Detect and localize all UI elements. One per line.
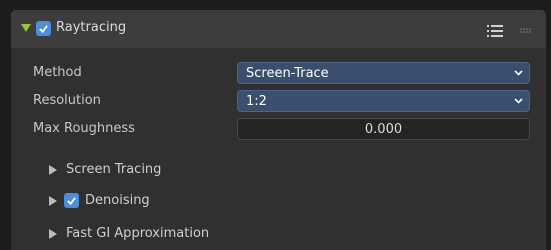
drag-grip-icon[interactable] [520,28,532,34]
raytracing-enable-checkbox[interactable] [36,21,51,36]
resolution-label: Resolution [33,93,101,108]
method-dropdown[interactable]: Screen-Trace [237,62,530,84]
method-value: Screen-Trace [246,66,329,81]
resolution-dropdown[interactable]: 1:2 [237,90,530,112]
denoising-label: Denoising [85,193,150,208]
max-roughness-label: Max Roughness [33,121,135,136]
checkmark-icon [39,25,48,34]
method-label: Method [33,65,82,80]
resolution-value: 1:2 [246,94,267,109]
triangle-right-icon[interactable] [49,196,57,206]
raytracing-panel-header[interactable]: Raytracing [11,10,546,48]
chevron-down-icon [514,70,523,76]
screen-tracing-label: Screen Tracing [66,162,162,177]
max-roughness-value: 0.000 [364,122,403,137]
panel-title: Raytracing [56,20,127,35]
checkmark-icon [67,197,76,206]
fast-gi-label: Fast GI Approximation [66,226,210,241]
triangle-right-icon[interactable] [49,165,57,175]
denoising-enable-checkbox[interactable] [64,193,79,208]
max-roughness-field[interactable]: 0.000 [237,118,530,140]
triangle-right-icon[interactable] [49,229,57,239]
chevron-down-icon [514,98,523,104]
list-icon[interactable] [487,24,503,38]
triangle-down-icon[interactable] [21,24,31,32]
